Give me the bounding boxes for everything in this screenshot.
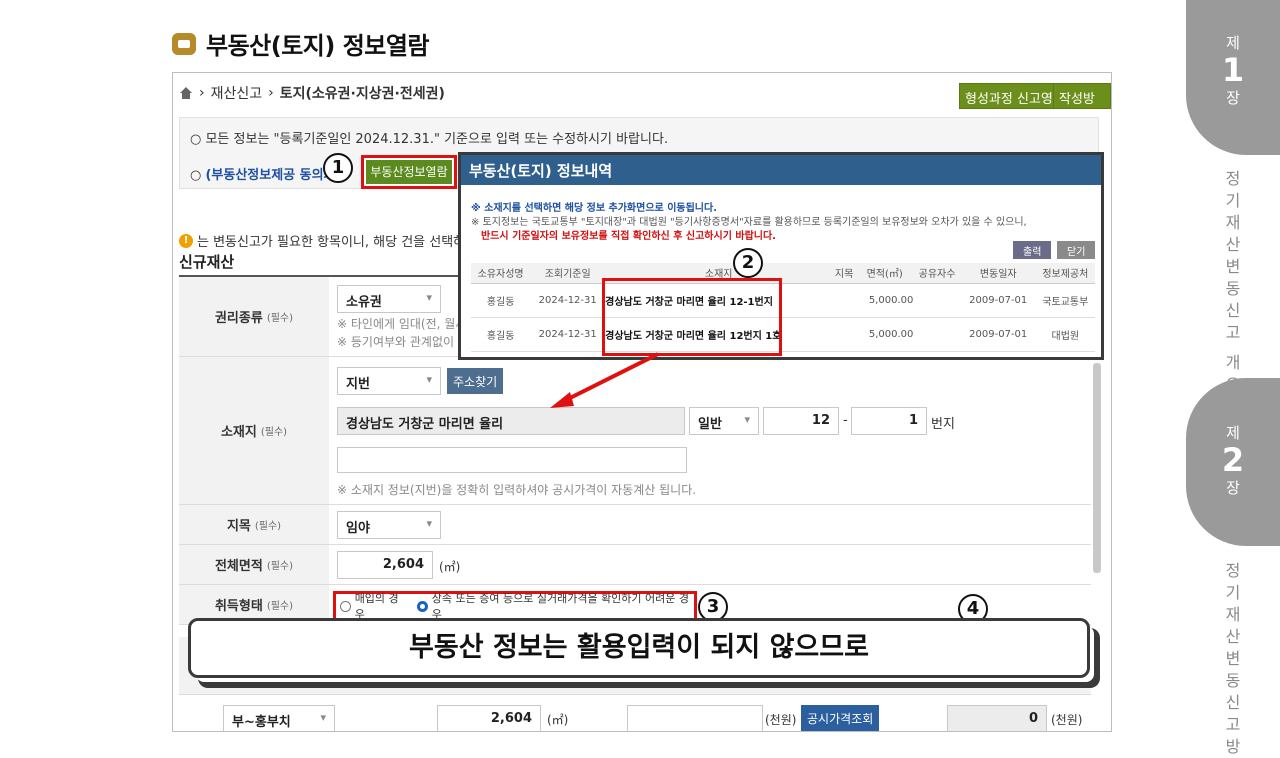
popup-close-button[interactable]: 닫기	[1057, 241, 1096, 259]
col-date: 조회기준일	[530, 263, 606, 284]
popup-notice3: 반드시 기준일자의 보유정보를 직접 확인하신 후 신고하시기 바랍니다.	[481, 231, 776, 242]
right-type-note1: ※ 타인에게 임대(전, 월세	[337, 317, 467, 331]
bottom-area-field[interactable]: 2,604	[437, 705, 541, 731]
land-type-label: 지목 (필수)	[179, 505, 329, 544]
land-type-select[interactable]: 임야	[337, 511, 441, 539]
home-icon[interactable]	[179, 87, 193, 99]
location-highlight	[602, 278, 782, 356]
chapter-2-number: 2	[1221, 441, 1245, 479]
row-area: 전체면적 (필수) 2,604 (㎡)	[179, 545, 1091, 585]
howto-button[interactable]: 작성방법	[1053, 83, 1111, 126]
chapter-1-title: 정기재산변동신고개요	[1225, 169, 1241, 394]
popup-notice1: ※ 소재지를 선택하면 해당 정보 추가화면으로 이동됩니다.	[471, 203, 718, 214]
col-area: 면적(㎡)	[855, 263, 914, 284]
title-bullet-icon	[172, 32, 196, 55]
chapter-1-number: 1	[1221, 51, 1245, 89]
area-label: 전체면적 (필수)	[179, 545, 329, 584]
arrow-icon	[550, 352, 659, 408]
callout-banner: 부동산 정보는 활용입력이 되지 않으므로	[188, 618, 1090, 678]
row-land-type: 지목 (필수) 임야	[179, 505, 1091, 545]
lot-unit: 번지	[931, 417, 955, 432]
lot-number-main[interactable]: 12	[763, 407, 839, 435]
breadcrumb-level2: 토지(소유권·지상권·전세권)	[279, 86, 445, 102]
col-owner: 소유자성명	[471, 263, 531, 284]
popup-print-button[interactable]: 출력	[1013, 241, 1052, 259]
warning-notice: ! 는 변동신고가 필요한 항목이니, 해당 건을 선택하여 변동	[179, 231, 505, 250]
location-type-select[interactable]: 지번	[337, 367, 441, 395]
bottom-select[interactable]: 부~홍부치	[223, 705, 335, 731]
breadcrumb: › 재산신고 › 토지(소유권·지상권·전세권)	[179, 83, 445, 103]
radio-inheritance[interactable]	[416, 600, 428, 612]
marker-2: 2	[733, 248, 763, 278]
slide-title: 부동산(토지) 정보열람	[172, 26, 430, 61]
lot-number-sub[interactable]: 1	[851, 407, 927, 435]
bottom-price-field[interactable]	[627, 705, 763, 731]
chapter-tab-1[interactable]: 제 1 장	[1186, 0, 1280, 155]
popup-notice2: ※ 토지정보는 국토교통부 "토지대장"과 대법원 "등기사항증명서"자료를 활…	[471, 217, 1027, 228]
popup-title: 부동산(토지) 정보내역	[461, 155, 1101, 185]
section-title: 신규재산	[179, 253, 235, 271]
address-search-button[interactable]: 주소찾기	[447, 368, 504, 394]
slide-heading: 부동산(토지) 정보열람	[206, 32, 430, 60]
radio-purchase[interactable]	[340, 600, 351, 612]
col-land-type: 지목	[832, 263, 856, 284]
breadcrumb-level1[interactable]: 재산신고	[211, 83, 263, 103]
area-field[interactable]: 2,604	[337, 551, 433, 579]
chapter-tab-2[interactable]: 제 2 장	[1186, 378, 1280, 546]
col-provider: 정보제공처	[1035, 263, 1095, 284]
location-label: 소재지 (필수)	[179, 357, 329, 504]
property-info-view-button[interactable]: 부동산정보열람	[361, 155, 457, 189]
notice-line1: ○ 모든 정보는 "등록기준일인 2024.12.31." 기준으로 입력 또는…	[190, 132, 669, 147]
bottom-amount-field: 0	[947, 705, 1047, 731]
chapter-2-prefix: 제	[1226, 424, 1240, 442]
notice-line2: ○ (부동산정보제공 동의자)	[190, 168, 342, 183]
address-field[interactable]: 경상남도 거창군 마리면 율리	[337, 407, 685, 435]
address-gen-select[interactable]: 일반	[689, 407, 759, 435]
scrollbar[interactable]	[1093, 363, 1101, 573]
table-row[interactable]: 홍길동 2024-12-31 경상남도 거창군 마리면 율리 12번지 1호 5,00…	[471, 317, 1095, 352]
acquisition-options: 매입의 경우 상속 또는 증여 등으로 실거래가격을 확인하기 어려운 경우	[333, 591, 697, 621]
chapter-1-prefix: 제	[1226, 34, 1240, 52]
location-note: ※ 소재지 정보(지번)을 정확히 입력하셔야 공시가격이 자동계산 됩니다.	[337, 483, 697, 497]
right-type-select[interactable]: 소유권	[337, 285, 441, 313]
price-lookup-button[interactable]: 공시가격조회	[801, 705, 880, 731]
area-unit: (㎡)	[439, 560, 461, 574]
col-change-date: 변동일자	[960, 263, 1036, 284]
chapter-1-suffix: 장	[1226, 89, 1240, 107]
col-co-owners: 공유자수	[913, 263, 961, 284]
chapter-2-suffix: 장	[1226, 479, 1240, 497]
detail-address-field[interactable]	[337, 447, 687, 473]
chapter-2-title: 정기재산변동신고방	[1225, 561, 1241, 756]
row-bottom: 부~홍부치 2,604 (㎡) (천원) 공시가격조회 0 (천원)	[179, 695, 1091, 731]
right-type-label: 권리종류 (필수)	[179, 277, 329, 356]
table-row[interactable]: 홍길동 2024-12-31 경상남도 거창군 마리면 율리 12-1번지 5,000…	[471, 283, 1095, 318]
right-type-note2: ※ 등기여부와 관계없이 신	[337, 335, 469, 349]
popup-table: 소유자성명 조회기준일 소재지 지목 면적(㎡) 공유자수 변동일자 정보제공처…	[471, 263, 1095, 352]
marker-1: 1	[323, 153, 353, 183]
warning-icon: !	[179, 233, 193, 248]
